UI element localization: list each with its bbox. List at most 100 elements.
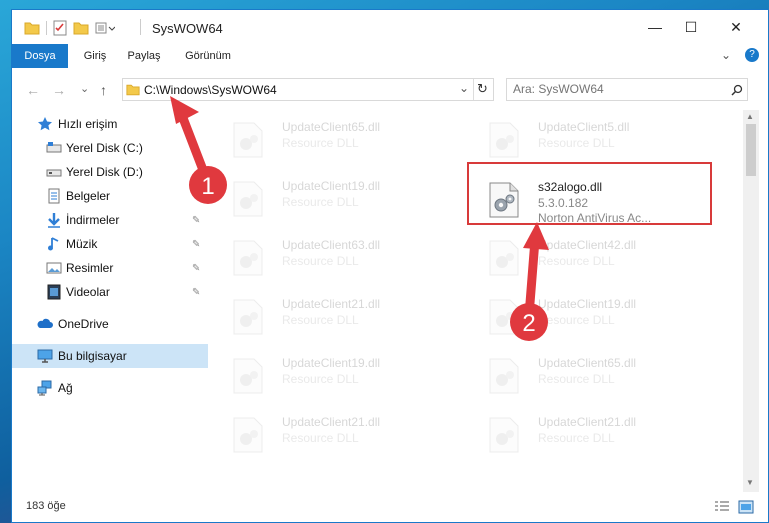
dll-file-icon — [489, 299, 519, 335]
sidebar-item-videos[interactable]: Videolar ✎ — [12, 280, 208, 304]
close-button[interactable]: ✕ — [713, 10, 759, 44]
navigation-bar: ← → ⌄ ↑ C:\Windows\SysWOW64 ⌄ ↻ — [12, 68, 768, 108]
dll-file-icon — [489, 122, 519, 158]
sidebar-item-this-pc[interactable]: Bu bilgisayar — [12, 344, 208, 368]
ribbon-tabs: Dosya Giriş Paylaş Görünüm ⌄ ? — [12, 44, 768, 68]
navigation-pane: Hızlı erişim Yerel Disk (C:) Yerel Disk … — [12, 110, 208, 492]
folder-icon[interactable] — [24, 21, 40, 35]
network-icon — [37, 380, 52, 396]
scroll-down-icon[interactable]: ▼ — [746, 478, 754, 487]
pin-icon: ✎ — [192, 190, 201, 202]
help-icon[interactable]: ? — [745, 48, 759, 62]
refresh-icon[interactable]: ↻ — [477, 81, 488, 97]
file-item[interactable]: UpdateClient19.dll Resource DLL — [212, 173, 452, 223]
file-name: UpdateClient65.dll — [538, 356, 637, 370]
pictures-icon — [46, 262, 62, 274]
file-name: UpdateClient19.dll — [282, 356, 381, 370]
search-input[interactable] — [513, 82, 713, 96]
tab-paylas[interactable]: Paylaş — [121, 44, 167, 68]
back-icon[interactable]: ← — [26, 82, 40, 98]
scroll-up-icon[interactable]: ▲ — [746, 112, 754, 121]
vertical-scrollbar[interactable]: ▲ ▼ — [743, 110, 759, 492]
sidebar-item-label: Resimler — [66, 261, 114, 275]
sidebar-item-label: İndirmeler — [66, 213, 120, 227]
sidebar-item-local-disk-d[interactable]: Yerel Disk (D:) — [12, 160, 208, 184]
recent-locations-icon[interactable]: ⌄ — [80, 82, 89, 95]
file-description: Resource DLL — [282, 136, 359, 150]
search-box[interactable] — [506, 78, 748, 101]
status-bar: 183 öğe — [12, 492, 768, 522]
dll-file-icon — [233, 181, 263, 217]
file-item[interactable]: UpdateClient19.dll Resource DLL — [468, 291, 708, 341]
computer-icon — [37, 349, 53, 363]
toolbar-divider — [46, 21, 47, 35]
sidebar-item-label: Hızlı erişim — [58, 117, 118, 131]
expand-ribbon-icon[interactable]: ⌄ — [721, 48, 731, 62]
file-name: UpdateClient65.dll — [282, 120, 381, 134]
search-icon[interactable] — [731, 84, 743, 96]
file-item[interactable]: UpdateClient5.dll Resource DLL — [468, 114, 708, 164]
maximize-button[interactable]: ☐ — [668, 10, 714, 44]
tab-giris[interactable]: Giriş — [74, 44, 116, 68]
pin-icon: ✎ — [192, 214, 201, 226]
file-item[interactable]: UpdateClient65.dll Resource DLL — [212, 114, 452, 164]
properties-icon[interactable] — [53, 20, 67, 36]
dll-file-icon — [489, 358, 519, 394]
up-icon[interactable]: ↑ — [100, 82, 107, 98]
sidebar-item-label: Müzik — [66, 237, 98, 251]
sidebar-item-label: Belgeler — [66, 189, 111, 203]
dll-file-icon — [489, 240, 519, 276]
sidebar-item-music[interactable]: Müzik ✎ — [12, 232, 208, 256]
address-divider — [473, 79, 474, 100]
file-item[interactable]: UpdateClient19.dll Resource DLL — [212, 350, 452, 400]
file-description: Resource DLL — [282, 431, 359, 445]
customize-toolbar-icon[interactable] — [95, 21, 115, 35]
file-item[interactable]: UpdateClient65.dll Resource DLL — [468, 350, 708, 400]
drive-icon — [46, 169, 62, 177]
window-title: SysWOW64 — [152, 21, 223, 36]
sidebar-item-local-disk-c[interactable]: Yerel Disk (C:) — [12, 136, 208, 160]
title-bar: SysWOW64 — ☐ ✕ — [12, 10, 768, 44]
sidebar-item-label: Yerel Disk (C:) — [66, 141, 143, 155]
sidebar-item-label: Bu bilgisayar — [58, 349, 127, 363]
file-item[interactable]: UpdateClient21.dll Resource DLL — [468, 409, 708, 459]
download-icon — [48, 213, 60, 228]
file-item[interactable]: UpdateClient42.dll Resource DLL — [468, 232, 708, 282]
file-name: UpdateClient63.dll — [282, 238, 381, 252]
file-name: UpdateClient42.dll — [538, 238, 637, 252]
music-icon — [48, 237, 59, 251]
file-name: UpdateClient21.dll — [538, 415, 637, 429]
highlight-box — [467, 162, 712, 225]
details-view-icon[interactable] — [714, 500, 730, 514]
address-bar[interactable]: C:\Windows\SysWOW64 ⌄ ↻ — [122, 78, 494, 101]
file-description: Resource DLL — [538, 313, 615, 327]
file-item[interactable]: UpdateClient63.dll Resource DLL — [212, 232, 452, 282]
file-name: UpdateClient5.dll — [538, 120, 630, 134]
file-item[interactable]: UpdateClient21.dll Resource DLL — [212, 291, 452, 341]
tab-gorunum[interactable]: Görünüm — [178, 44, 238, 68]
file-description: Resource DLL — [282, 254, 359, 268]
drive-icon — [46, 142, 62, 153]
star-icon — [38, 117, 52, 131]
dll-file-icon — [233, 299, 263, 335]
forward-icon[interactable]: → — [52, 82, 66, 98]
sidebar-item-pictures[interactable]: Resimler ✎ — [12, 256, 208, 280]
file-item[interactable]: UpdateClient21.dll Resource DLL — [212, 409, 452, 459]
sidebar-item-network[interactable]: Ağ — [12, 376, 208, 400]
address-dropdown-icon[interactable]: ⌄ — [459, 81, 469, 95]
dll-file-icon — [233, 358, 263, 394]
sidebar-item-documents[interactable]: Belgeler ✎ — [12, 184, 208, 208]
pin-icon: ✎ — [192, 286, 201, 298]
file-description: Resource DLL — [538, 136, 615, 150]
file-name: UpdateClient19.dll — [538, 297, 637, 311]
file-name: UpdateClient21.dll — [282, 415, 381, 429]
sidebar-item-quick-access[interactable]: Hızlı erişim — [12, 112, 208, 136]
sidebar-item-downloads[interactable]: İndirmeler ✎ — [12, 208, 208, 232]
dll-file-icon — [489, 417, 519, 453]
large-icons-view-icon[interactable] — [738, 500, 754, 514]
sidebar-item-onedrive[interactable]: OneDrive — [12, 312, 208, 336]
documents-icon — [48, 188, 60, 204]
scroll-thumb[interactable] — [746, 124, 756, 176]
tab-dosya[interactable]: Dosya — [12, 44, 68, 68]
new-folder-icon[interactable] — [73, 21, 89, 35]
